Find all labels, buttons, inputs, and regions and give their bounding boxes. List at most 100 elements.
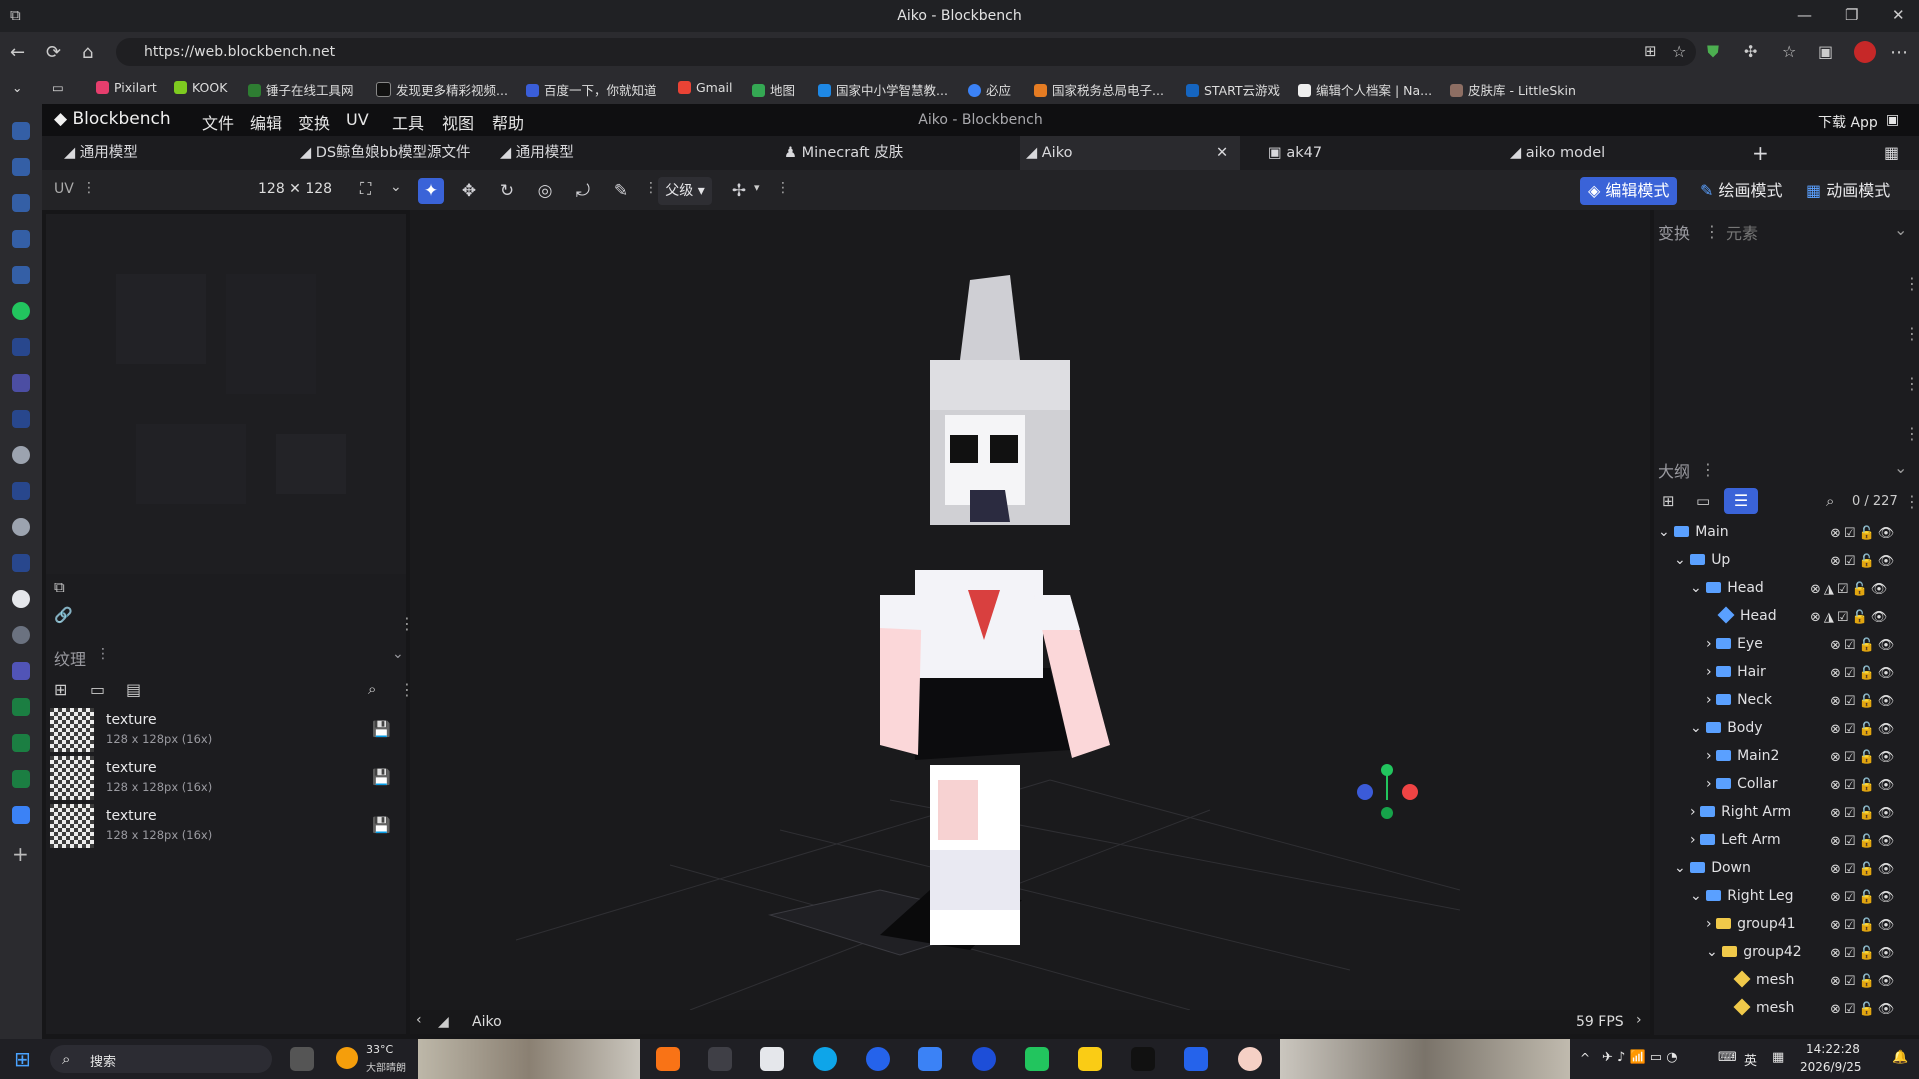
link-icon[interactable]: 🔗 — [54, 606, 73, 624]
bookmark-item[interactable]: 发现更多精彩视频... — [376, 80, 508, 99]
tab-project[interactable]: ◢ 通用模型 — [42, 136, 282, 170]
sidebar-app-icon[interactable] — [12, 302, 30, 320]
more-menu-icon[interactable]: ⋯ — [1890, 42, 1908, 63]
sidebar-app-icon[interactable] — [12, 338, 30, 356]
close-window-icon[interactable]: ✕ — [1892, 6, 1905, 24]
qq-icon[interactable] — [1131, 1047, 1155, 1071]
outliner-row[interactable]: ⌄ group42 ⊗☑🔓👁 — [1654, 944, 1919, 967]
clock-date[interactable]: 2026/9/25 — [1800, 1060, 1862, 1074]
bookmark-item[interactable]: 国家税务总局电子... — [1034, 80, 1164, 99]
uv-editor[interactable] — [46, 214, 406, 574]
outliner-more-icon[interactable]: ⋮ — [1700, 460, 1716, 479]
collections-icon[interactable]: ▣ — [1818, 42, 1833, 61]
sidebar-app-icon[interactable] — [12, 698, 30, 716]
outliner-row[interactable]: › group41 ⊗☑🔓👁 — [1654, 916, 1919, 939]
sidebar-app-icon[interactable] — [12, 554, 30, 572]
outliner-row[interactable]: ⌄ Up ⊗☑🔓👁 — [1654, 552, 1919, 575]
sidebar-app-icon[interactable] — [12, 446, 30, 464]
edge-browser-icon[interactable] — [813, 1047, 837, 1071]
pivot-space-select[interactable]: 父级 ▾ — [658, 177, 712, 205]
tab-aiko[interactable]: ◢ Aiko ✕ — [1020, 136, 1240, 170]
app-available-icon[interactable]: ⊞ — [1644, 42, 1657, 60]
sidebar-app-icon[interactable] — [12, 662, 30, 680]
chevron-right-icon[interactable]: › — [1636, 1012, 1642, 1028]
resize-tool-icon[interactable]: ✥ — [456, 178, 482, 204]
sidebar-app-icon[interactable] — [12, 806, 30, 824]
tab-project[interactable]: ♟ Minecraft 皮肤 — [784, 136, 964, 170]
vertex-snap-icon[interactable]: ⤾ — [570, 178, 596, 204]
chevron-down-icon[interactable]: ⌄ — [390, 179, 402, 195]
taskbar-app-icon[interactable] — [760, 1047, 784, 1071]
close-tab-icon[interactable]: ✕ — [1216, 136, 1228, 170]
texture-item[interactable]: texture 128 x 128px (16x) 💾 — [46, 802, 406, 850]
url-field[interactable]: https://web.blockbench.net — [116, 38, 1696, 66]
outliner-row[interactable]: › Hair ⊗☑🔓👁 — [1654, 664, 1919, 687]
tray-icons[interactable]: ✈ ♪ 📶 ▭ ◔ — [1602, 1050, 1678, 1065]
tab-project[interactable]: ◢ aiko model — [1510, 136, 1690, 170]
save-icon[interactable]: 💾 — [372, 768, 391, 786]
sidebar-app-icon[interactable] — [12, 410, 30, 428]
outliner-row[interactable]: ⌄ Main ⊗☑🔓👁 — [1654, 524, 1919, 547]
bookmark-item[interactable]: 地图 — [752, 80, 795, 99]
outliner-row[interactable]: ⌄ Right Leg ⊗☑🔓👁 — [1654, 888, 1919, 911]
bookmark-item[interactable]: 百度一下，你就知道 — [526, 80, 657, 99]
sidebar-app-icon[interactable] — [12, 230, 30, 248]
element-panel-title[interactable]: 元素 — [1726, 220, 1758, 244]
sidebar-app-icon[interactable] — [12, 122, 30, 140]
favorite-star-icon[interactable]: ☆ — [1672, 42, 1686, 61]
texture-more-icon[interactable]: ⋮ — [96, 646, 110, 662]
taskbar-app-icon[interactable] — [1238, 1047, 1262, 1071]
download-icon[interactable]: ▣ — [1886, 112, 1899, 128]
bookmark-item[interactable]: 锤子在线工具网 — [248, 80, 354, 99]
outliner-row[interactable]: › Collar ⊗☑🔓👁 — [1654, 776, 1919, 799]
chevron-down-icon[interactable]: ▾ — [754, 181, 760, 194]
outliner-toggle-icon[interactable]: ☰ — [1724, 488, 1758, 514]
taskbar-app-icon[interactable] — [972, 1047, 996, 1071]
outliner-row[interactable]: › Eye ⊗☑🔓👁 — [1654, 636, 1919, 659]
outliner-row[interactable]: › Left Arm ⊗☑🔓👁 — [1654, 832, 1919, 855]
bookmark-item[interactable]: 编辑个人档案 | Na... — [1298, 80, 1432, 99]
edit-mode-button[interactable]: ◈ 编辑模式 — [1580, 177, 1678, 205]
add-cube-icon[interactable]: ⊞ — [1662, 492, 1675, 510]
outliner-row[interactable]: Head ⊗◮☑🔓👁 — [1654, 606, 1919, 631]
clock-time[interactable]: 14:22:28 — [1806, 1042, 1860, 1056]
rotate-tool-icon[interactable]: ↻ — [494, 178, 520, 204]
home-icon[interactable]: ⌂ — [82, 42, 93, 63]
more-icon[interactable]: ⋮ — [1904, 374, 1919, 393]
tab-project[interactable]: ▣ ak47 — [1268, 136, 1448, 170]
transform-space-icon[interactable]: ✢ — [726, 178, 752, 204]
file-explorer-icon[interactable] — [1078, 1047, 1102, 1071]
shield-icon[interactable]: ⛊ — [1707, 42, 1719, 62]
outliner-row[interactable]: mesh ⊗☑🔓👁 — [1654, 970, 1919, 995]
globe-icon[interactable] — [12, 518, 30, 536]
taskbar-search[interactable]: ⌕ 搜索 — [50, 1045, 272, 1073]
refresh-icon[interactable]: ⟳ — [46, 42, 61, 63]
paint-mode-button[interactable]: ✎ 绘画模式 — [1692, 177, 1791, 205]
sidebar-app-icon[interactable] — [12, 626, 30, 644]
bookmark-item[interactable]: Gmail — [678, 80, 732, 95]
bookmark-item[interactable]: Pixilart — [96, 80, 157, 95]
sidebar-app-icon[interactable] — [12, 158, 30, 176]
notification-icon[interactable]: 🔔 — [1892, 1050, 1908, 1065]
terminal-icon[interactable] — [708, 1047, 732, 1071]
restore-icon[interactable]: ❐ — [1845, 6, 1858, 24]
reading-icon[interactable]: ▭ — [52, 80, 64, 95]
outliner-row[interactable]: ⌄ Head ⊗◮☑🔓👁 — [1654, 580, 1919, 603]
more-icon[interactable]: ⋮ — [1904, 274, 1919, 293]
bookmark-item[interactable]: START云游戏 — [1186, 80, 1280, 99]
duplicate-icon[interactable]: ⧉ — [54, 578, 65, 596]
sidebar-app-icon[interactable] — [12, 590, 30, 608]
save-icon[interactable]: 💾 — [372, 816, 391, 834]
outliner-row[interactable]: mesh ⊗☑🔓👁 — [1654, 998, 1919, 1023]
tab-project[interactable]: ◢ DS鲸鱼娘bb模型源文件 — [300, 136, 480, 170]
favorites-icon[interactable]: ☆ — [1782, 42, 1796, 61]
tray-chevron-icon[interactable]: ^ — [1580, 1051, 1590, 1065]
minimize-icon[interactable]: — — [1797, 6, 1812, 24]
outliner-row[interactable]: ⌄ Down ⊗☑🔓👁 — [1654, 860, 1919, 883]
grid-icon[interactable]: ▦ — [1884, 136, 1914, 170]
taskbar-app-icon[interactable] — [866, 1047, 890, 1071]
search-icon[interactable]: ⌕ — [368, 680, 376, 698]
outliner-row[interactable]: › Main2 ⊗☑🔓👁 — [1654, 748, 1919, 771]
animate-mode-button[interactable]: ▦ 动画模式 — [1798, 177, 1898, 205]
toolbar-more-icon[interactable]: ⋮ — [776, 180, 790, 196]
